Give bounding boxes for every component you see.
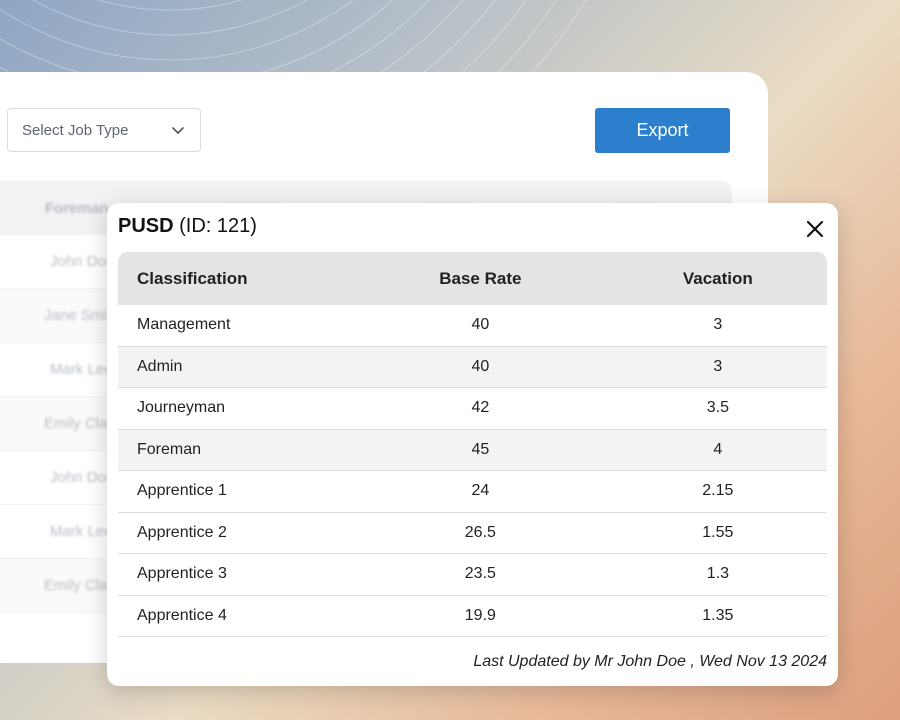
cell-base-rate: 40 xyxy=(352,305,609,347)
column-header-vacation: Vacation xyxy=(608,252,827,305)
background-cell: Mark Lee xyxy=(50,361,113,378)
table-row: Admin 40 3 xyxy=(118,346,827,388)
chevron-down-icon xyxy=(172,127,184,134)
table-header-row: Classification Base Rate Vacation xyxy=(118,252,827,305)
cell-classification: Management xyxy=(118,305,352,347)
cell-base-rate: 26.5 xyxy=(352,512,609,554)
cell-classification: Apprentice 2 xyxy=(118,512,352,554)
background-header-foreman: Foreman xyxy=(45,199,109,217)
rates-modal: PUSD (ID: 121) Classification Base Rate … xyxy=(107,203,838,686)
cell-vacation: 1.35 xyxy=(608,595,827,637)
cell-vacation: 3 xyxy=(608,346,827,388)
modal-title-name: PUSD xyxy=(118,215,174,237)
modal-title: PUSD (ID: 121) xyxy=(118,215,257,238)
cell-classification: Apprentice 4 xyxy=(118,595,352,637)
column-header-classification: Classification xyxy=(118,252,352,305)
column-header-base-rate: Base Rate xyxy=(352,252,609,305)
table-row: Apprentice 4 19.9 1.35 xyxy=(118,595,827,637)
export-button[interactable]: Export xyxy=(595,108,730,153)
table-row: Apprentice 1 24 2.15 xyxy=(118,470,827,513)
background-cell: John Doe xyxy=(50,469,115,486)
table-row: Apprentice 2 26.5 1.55 xyxy=(118,512,827,554)
cell-base-rate: 45 xyxy=(352,429,609,471)
cell-base-rate: 24 xyxy=(352,470,609,513)
cell-classification: Apprentice 1 xyxy=(118,470,352,513)
cell-classification: Foreman xyxy=(118,429,352,471)
job-type-select[interactable]: Select Job Type xyxy=(7,108,201,152)
rates-table: Classification Base Rate Vacation Manage… xyxy=(118,252,827,637)
cell-base-rate: 23.5 xyxy=(352,553,609,596)
cell-base-rate: 40 xyxy=(352,346,609,388)
background-cell: John Doe xyxy=(50,253,115,270)
close-icon[interactable] xyxy=(805,219,825,239)
cell-vacation: 3.5 xyxy=(608,387,827,430)
cell-vacation: 4 xyxy=(608,429,827,471)
cell-vacation: 3 xyxy=(608,305,827,347)
table-row: Journeyman 42 3.5 xyxy=(118,387,827,430)
table-row: Foreman 45 4 xyxy=(118,429,827,471)
cell-classification: Apprentice 3 xyxy=(118,553,352,596)
job-type-placeholder: Select Job Type xyxy=(22,121,129,139)
cell-vacation: 1.55 xyxy=(608,512,827,554)
cell-base-rate: 42 xyxy=(352,387,609,430)
cell-vacation: 1.3 xyxy=(608,553,827,596)
table-row: Management 40 3 xyxy=(118,305,827,347)
cell-classification: Journeyman xyxy=(118,387,352,430)
last-updated-note: Last Updated by Mr John Doe , Wed Nov 13… xyxy=(473,653,827,670)
modal-title-id: (ID: 121) xyxy=(179,215,257,237)
cell-classification: Admin xyxy=(118,346,352,388)
cell-vacation: 2.15 xyxy=(608,470,827,513)
table-row: Apprentice 3 23.5 1.3 xyxy=(118,553,827,596)
cell-base-rate: 19.9 xyxy=(352,595,609,637)
background-cell: Mark Lee xyxy=(50,523,113,540)
